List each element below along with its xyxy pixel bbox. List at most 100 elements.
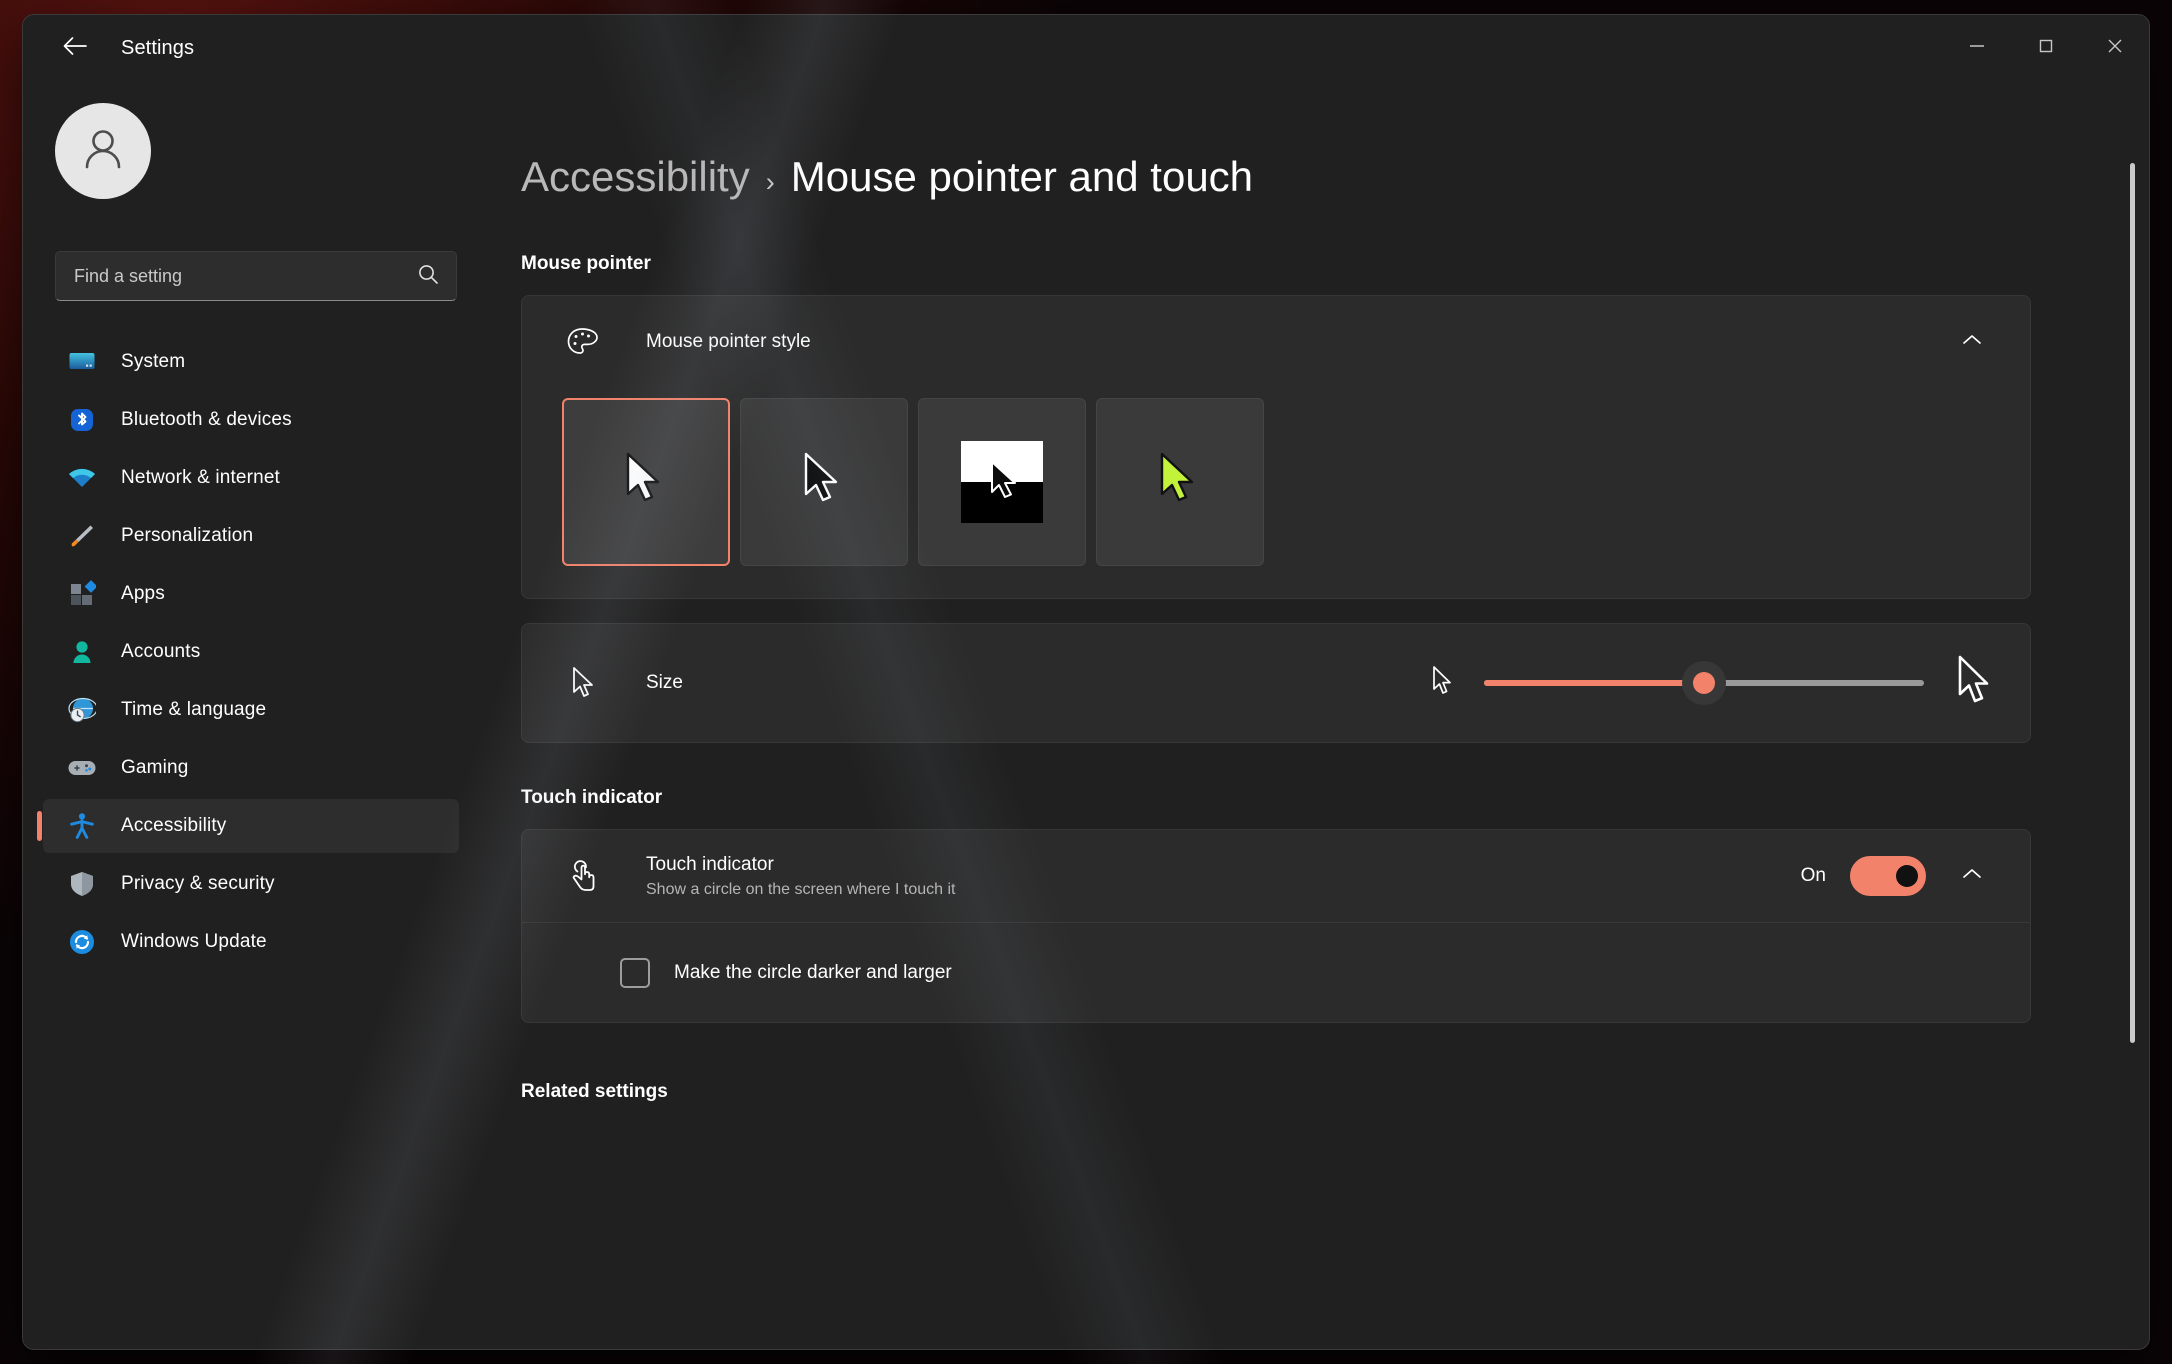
make-circle-darker-label: Make the circle darker and larger [674, 962, 952, 984]
settings-window: Settings [22, 14, 2150, 1350]
sidebar-item-label: Gaming [121, 757, 188, 779]
close-button[interactable] [2080, 15, 2149, 81]
window-title: Settings [121, 37, 194, 60]
pointer-style-custom-color-tile[interactable] [1096, 398, 1264, 566]
sidebar-item-gaming[interactable]: Gaming [43, 741, 459, 795]
sidebar-item-label: Time & language [121, 699, 266, 721]
title-bar: Settings [23, 15, 2149, 81]
mouse-pointer-style-title: Mouse pointer style [646, 331, 1950, 353]
size-slider-fill [1484, 680, 1704, 686]
sidebar-item-accounts[interactable]: Accounts [43, 625, 459, 679]
scrollbar-thumb[interactable] [2130, 163, 2135, 1043]
palette-icon [562, 326, 604, 358]
minimize-icon [1966, 35, 1988, 62]
sidebar-item-apps[interactable]: Apps [43, 567, 459, 621]
pointer-style-black-tile[interactable] [740, 398, 908, 566]
desktop-background: Settings [0, 0, 2172, 1364]
section-heading-touch-indicator: Touch indicator [521, 787, 2031, 809]
accessibility-icon [65, 811, 99, 841]
touch-hand-icon [562, 857, 604, 895]
sidebar-item-accessibility[interactable]: Accessibility [43, 799, 459, 853]
mouse-pointer-style-header[interactable]: Mouse pointer style [522, 296, 2030, 388]
touch-indicator-collapse-button[interactable] [1950, 854, 1994, 898]
sidebar-item-time-language[interactable]: Time & language [43, 683, 459, 737]
chevron-up-icon [1961, 333, 1983, 352]
sidebar-item-label: Accounts [121, 641, 200, 663]
sidebar-nav: System Bluetooth & devices [23, 335, 485, 969]
wifi-icon [65, 463, 99, 493]
sidebar-item-privacy-security[interactable]: Privacy & security [43, 857, 459, 911]
clock-globe-icon [65, 695, 99, 725]
back-button[interactable] [51, 28, 99, 68]
breadcrumb-separator-icon: › [766, 167, 775, 198]
sidebar-item-system[interactable]: System [43, 335, 459, 389]
mouse-pointer-style-card: Mouse pointer style [521, 295, 2031, 599]
size-slider[interactable] [1484, 680, 1924, 686]
sidebar-item-label: Personalization [121, 525, 253, 547]
sidebar-item-label: Privacy & security [121, 873, 275, 895]
window-controls [1942, 15, 2149, 81]
pointer-small-icon-left [1430, 665, 1454, 702]
size-slider-thumb[interactable] [1682, 661, 1726, 705]
mouse-pointer-style-collapse-button[interactable] [1950, 320, 1994, 364]
gamepad-icon [65, 753, 99, 783]
sidebar-item-label: Windows Update [121, 931, 267, 953]
shield-icon [65, 869, 99, 899]
size-row: Size [522, 624, 2030, 742]
pointer-large-icon [1954, 654, 1994, 713]
update-icon [65, 927, 99, 957]
make-circle-darker-checkbox[interactable] [620, 958, 650, 988]
person-icon [65, 637, 99, 667]
sidebar-item-label: Accessibility [121, 815, 226, 837]
pointer-small-icon [562, 666, 604, 700]
chevron-up-icon [1961, 867, 1983, 886]
search-input[interactable] [74, 266, 416, 287]
sidebar-item-bluetooth-devices[interactable]: Bluetooth & devices [43, 393, 459, 447]
sidebar-item-personalization[interactable]: Personalization [43, 509, 459, 563]
minimize-button[interactable] [1942, 15, 2011, 81]
mouse-pointer-size-card: Size [521, 623, 2031, 743]
touch-indicator-card: Touch indicator Show a circle on the scr… [521, 829, 2031, 1023]
arrow-left-icon [62, 36, 88, 61]
bluetooth-icon [65, 405, 99, 435]
maximize-button[interactable] [2011, 15, 2080, 81]
close-icon [2104, 35, 2126, 62]
sidebar-item-label: Network & internet [121, 467, 280, 489]
user-avatar-icon [76, 122, 130, 181]
sidebar-item-network-internet[interactable]: Network & internet [43, 451, 459, 505]
touch-indicator-title: Touch indicator [646, 854, 1801, 876]
touch-indicator-toggle[interactable] [1850, 856, 1926, 896]
search-box[interactable] [55, 251, 457, 301]
pointer-style-inverted-tile[interactable] [918, 398, 1086, 566]
section-heading-related-settings: Related settings [521, 1081, 2031, 1103]
paintbrush-icon [65, 521, 99, 551]
sidebar-item-label: System [121, 351, 185, 373]
make-circle-darker-row[interactable]: Make the circle darker and larger [522, 922, 2030, 1022]
touch-indicator-row[interactable]: Touch indicator Show a circle on the scr… [522, 830, 2030, 922]
breadcrumb: Accessibility › Mouse pointer and touch [521, 153, 2031, 201]
monitor-icon [65, 347, 99, 377]
pointer-style-white-tile[interactable] [562, 398, 730, 566]
size-slider-area [1430, 654, 1994, 713]
maximize-icon [2035, 35, 2057, 62]
sidebar-item-windows-update[interactable]: Windows Update [43, 915, 459, 969]
white-pointer-icon [620, 450, 672, 515]
size-label: Size [646, 672, 1430, 694]
inverted-pointer-icon [961, 441, 1043, 523]
window-body: System Bluetooth & devices [23, 81, 2149, 1349]
avatar[interactable] [55, 103, 151, 199]
touch-indicator-toggle-state-label: On [1801, 865, 1826, 887]
main-content: Accessibility › Mouse pointer and touch … [485, 81, 2149, 1349]
apps-icon [65, 579, 99, 609]
sidebar: System Bluetooth & devices [23, 81, 485, 1349]
sidebar-item-label: Bluetooth & devices [121, 409, 292, 431]
search-icon[interactable] [416, 262, 440, 291]
content-scrollbar[interactable] [2130, 163, 2135, 1343]
page-title: Mouse pointer and touch [791, 153, 1253, 201]
touch-indicator-subtitle: Show a circle on the screen where I touc… [646, 881, 1801, 899]
breadcrumb-parent[interactable]: Accessibility [521, 153, 750, 201]
black-pointer-icon [798, 450, 850, 515]
pointer-style-options [522, 388, 2030, 598]
section-heading-mouse-pointer: Mouse pointer [521, 253, 2031, 275]
custom-color-pointer-icon [1154, 450, 1206, 515]
